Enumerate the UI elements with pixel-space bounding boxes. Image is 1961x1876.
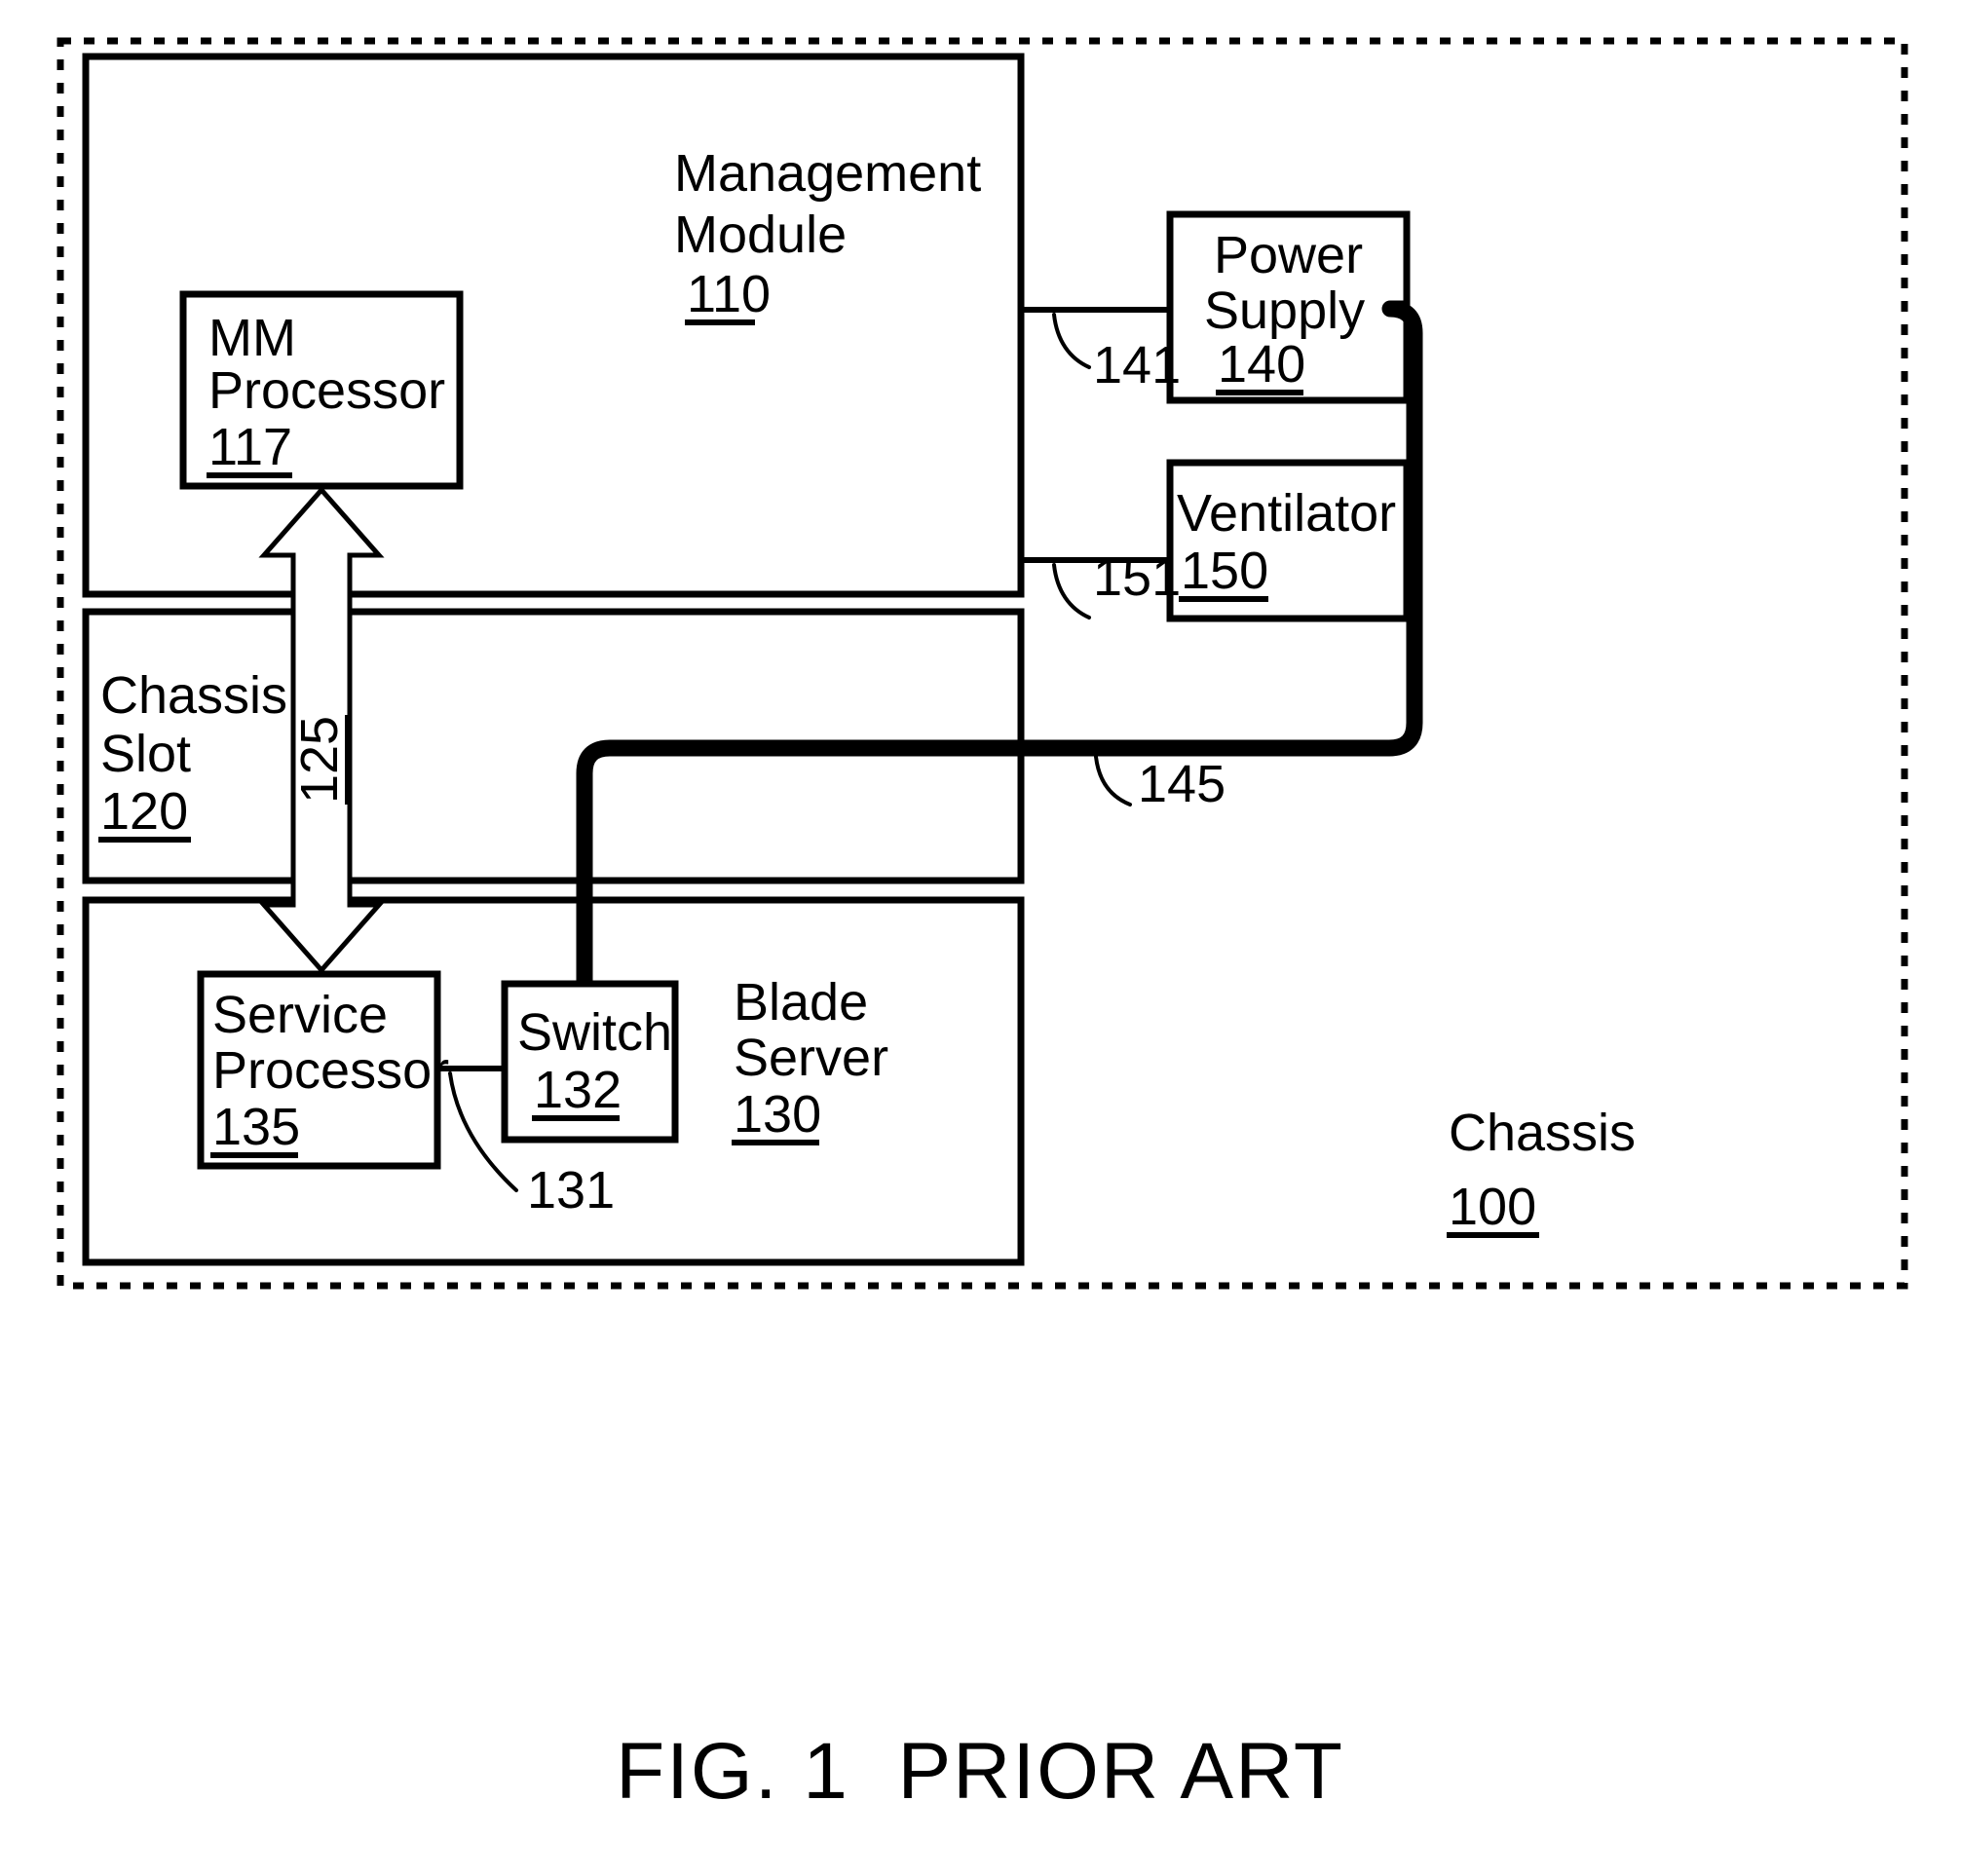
chassis-slot-label-line2: Slot (100, 725, 191, 783)
bus-number-125-group: 125 (290, 715, 351, 805)
reference-number-151: 151 (1093, 548, 1181, 607)
switch-number: 132 (534, 1061, 622, 1119)
ventilator-label-line1: Ventilator (1177, 484, 1396, 543)
patent-figure: Management Module 110 MM Processor 117 C… (0, 0, 1961, 1876)
chassis-slot-number: 120 (100, 782, 188, 841)
bus-number-125: 125 (290, 716, 349, 804)
mm-processor-label-line1: MM (208, 309, 296, 367)
mm-processor-label-line2: Processor (208, 361, 445, 420)
service-processor-label-line1: Service (212, 986, 388, 1044)
leader-141 (1052, 313, 1091, 369)
management-module-label-line1: Management (674, 144, 981, 203)
blade-server-label-line2: Server (734, 1029, 888, 1087)
switch-label: Switch (517, 1003, 672, 1062)
reference-number-145: 145 (1138, 755, 1226, 813)
service-processor-label-line2: Processor (212, 1041, 449, 1100)
chassis-number: 100 (1449, 1178, 1536, 1236)
chassis-label: Chassis (1449, 1104, 1636, 1162)
power-supply-label-line2: Supply (1204, 281, 1365, 340)
reference-number-131: 131 (527, 1161, 615, 1219)
leader-151 (1052, 563, 1091, 619)
ventilator-number: 150 (1181, 542, 1268, 600)
power-supply-label-line1: Power (1214, 226, 1363, 284)
blade-server-label-line1: Blade (734, 973, 868, 1032)
management-module-label-line2: Module (674, 206, 847, 264)
figure-caption: FIG. 1 PRIOR ART (616, 1727, 1344, 1816)
reference-number-141: 141 (1093, 336, 1181, 394)
leader-145 (1094, 755, 1132, 807)
management-module-number: 110 (687, 265, 771, 323)
figure-1-diagram: Management Module 110 MM Processor 117 C… (57, 37, 1908, 1816)
power-supply-number: 140 (1218, 335, 1305, 394)
service-processor-number: 135 (212, 1098, 300, 1156)
chassis-slot-label-line1: Chassis (100, 666, 287, 725)
blade-server-number: 130 (734, 1085, 821, 1144)
mm-processor-number: 117 (208, 418, 292, 476)
